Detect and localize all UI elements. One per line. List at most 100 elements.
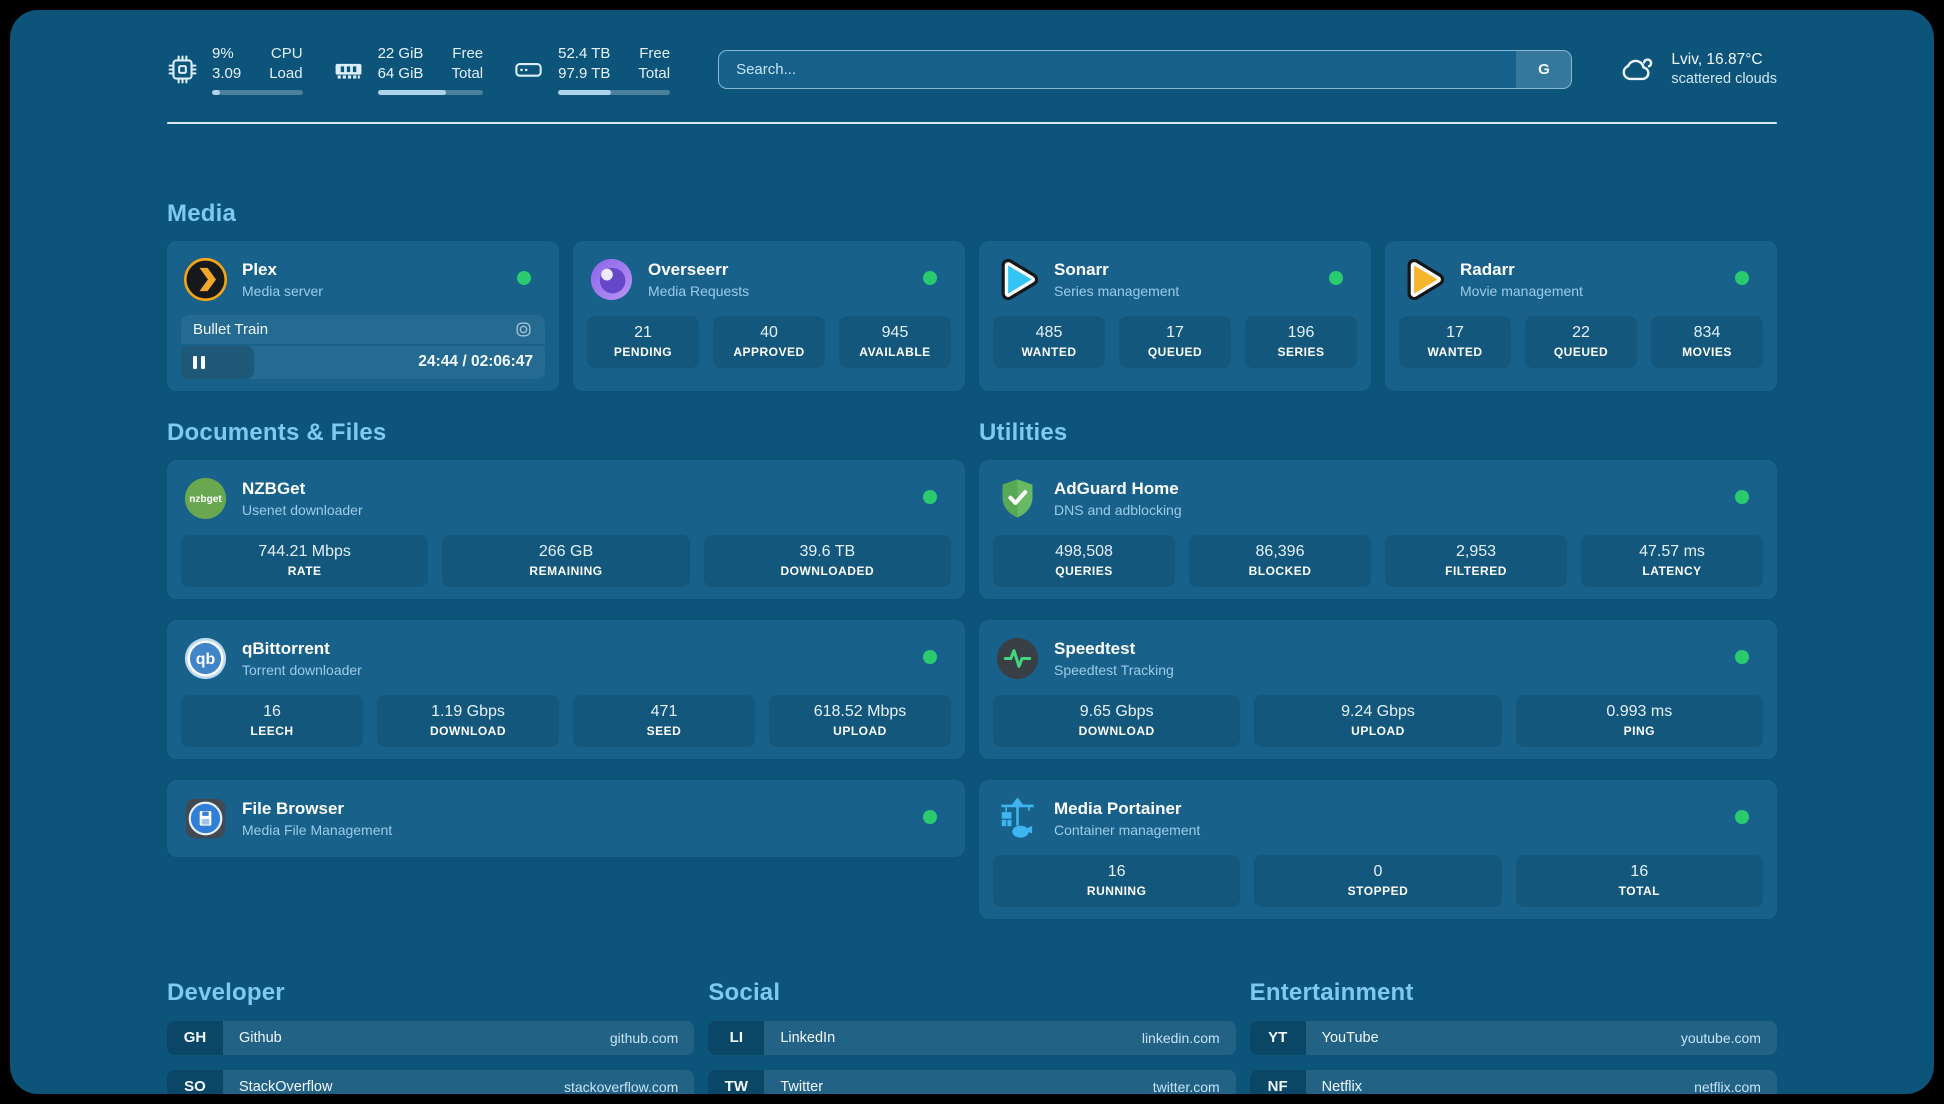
gear-icon[interactable] [514,320,533,339]
bookmark-name: Github [239,1030,282,1046]
disk-free-value: 52.4 TB [558,44,610,64]
now-playing-row: Bullet Train [181,315,545,344]
bookmark-twitter[interactable]: TW Twitter twitter.com [708,1070,1235,1095]
bookmark-name: LinkedIn [780,1030,835,1046]
disk-total-label: Total [638,64,670,84]
bookmark-group-developer: Developer GH Github github.com SO StackOv… [167,919,694,1095]
service-card-qbittorrent[interactable]: qb qBittorrent Torrent downloader 16LEEC… [167,620,965,759]
service-card-adguard[interactable]: AdGuard Home DNS and adblocking 498,508Q… [979,460,1777,599]
stat-tile: 196SERIES [1245,316,1357,368]
service-title: Speedtest [1054,639,1174,659]
search-input[interactable] [718,50,1572,89]
disk-stat: 52.4 TB97.9 TB FreeTotal [513,44,670,95]
bookmark-url: netflix.com [1694,1079,1761,1095]
bookmark-github[interactable]: GH Github github.com [167,1021,694,1055]
weather-condition: scattered clouds [1671,71,1777,87]
section-title-utilities: Utilities [979,419,1777,447]
bookmark-abbr: YT [1250,1021,1306,1055]
stat-tile: 16TOTAL [1516,855,1763,907]
weather-location: Lviv, 16.87°C [1671,51,1777,69]
service-card-radarr[interactable]: Radarr Movie management 17WANTED 22QUEUE… [1385,241,1777,391]
qbittorrent-icon: qb [183,636,228,681]
system-stats: 9%3.09 CPULoad 22 GiB64 GiB [167,44,670,95]
header-divider [167,122,1777,124]
status-dot [517,271,531,285]
cpu-stat: 9%3.09 CPULoad [167,44,303,95]
stat-tile: 86,396BLOCKED [1189,535,1371,587]
bookmark-url: github.com [610,1030,678,1046]
bookmark-abbr: TW [708,1070,764,1095]
section-title-media: Media [167,200,1777,228]
service-card-speedtest[interactable]: Speedtest Speedtest Tracking 9.65 GbpsDO… [979,620,1777,759]
service-title: File Browser [242,799,392,819]
bookmark-url: twitter.com [1153,1079,1220,1095]
bookmark-abbr: SO [167,1070,223,1095]
cpu-load-label: Load [269,64,302,84]
cpu-icon [167,54,198,85]
section-title-social: Social [708,979,1235,1007]
cpu-load-value: 3.09 [212,64,241,84]
bookmark-url: youtube.com [1681,1030,1761,1046]
section-title-developer: Developer [167,979,694,1007]
stat-tile: 2,953FILTERED [1385,535,1567,587]
service-card-filebrowser[interactable]: File Browser Media File Management [167,780,965,857]
stat-tile: 21PENDING [587,316,699,368]
memory-total-label: Total [451,64,483,84]
stat-tile: 9.24 GbpsUPLOAD [1254,695,1501,747]
service-card-overseerr[interactable]: Overseerr Media Requests 21PENDING 40APP… [573,241,965,391]
service-card-sonarr[interactable]: Sonarr Series management 485WANTED 17QUE… [979,241,1371,391]
stat-tile: 498,508QUERIES [993,535,1175,587]
service-card-plex[interactable]: Plex Media server Bullet Train 24:44 / 0… [167,241,559,391]
bookmark-url: linkedin.com [1142,1030,1220,1046]
memory-total-value: 64 GiB [378,64,424,84]
stat-tile: 22QUEUED [1525,316,1637,368]
bookmark-name: Twitter [780,1079,823,1095]
overseerr-icon [589,257,634,302]
stat-tile: 1.19 GbpsDOWNLOAD [377,695,559,747]
bookmark-youtube[interactable]: YT YouTubeyoutube.com [1250,1021,1777,1055]
search-bar: G [718,50,1572,89]
disk-progress-bar [558,90,670,95]
stat-tile: 17QUEUED [1119,316,1231,368]
bookmark-url: stackoverflow.com [564,1079,678,1095]
memory-free-label: Free [451,44,483,64]
service-subtitle: Container management [1054,822,1200,838]
cpu-progress-bar [212,90,303,95]
sonarr-icon [995,257,1040,302]
service-card-nzbget[interactable]: nzbget NZBGet Usenet downloader 744.21 M… [167,460,965,599]
search-provider-button[interactable]: G [1516,51,1571,88]
status-dot [1735,490,1749,504]
dashboard: 9%3.09 CPULoad 22 GiB64 GiB [10,10,1934,1094]
bookmark-stackoverflow[interactable]: SO StackOverflowstackoverflow.com [167,1070,694,1095]
bookmark-group-entertainment: Entertainment YT YouTubeyoutube.com NF N… [1250,919,1777,1095]
stat-tile: 39.6 TBDOWNLOADED [704,535,951,587]
bookmark-abbr: LI [708,1021,764,1055]
nzbget-icon: nzbget [183,476,228,521]
media-card-grid: Plex Media server Bullet Train 24:44 / 0… [167,241,1777,391]
stat-tile: 266 GBREMAINING [442,535,689,587]
stat-tile: 0STOPPED [1254,855,1501,907]
bookmark-linkedin[interactable]: LI LinkedIn linkedin.com [708,1021,1235,1055]
portainer-icon [995,796,1040,841]
pause-button[interactable] [193,356,205,369]
service-card-portainer[interactable]: Media Portainer Container management 16R… [979,780,1777,919]
service-title: Media Portainer [1054,799,1200,819]
bookmark-netflix[interactable]: NF Netflixnetflix.com [1250,1070,1777,1095]
svg-text:qb: qb [196,650,216,667]
cloud-icon [1618,52,1658,86]
service-title: Radarr [1460,260,1583,280]
plex-icon [183,257,228,302]
service-title: qBittorrent [242,639,362,659]
status-dot [1735,271,1749,285]
service-title: AdGuard Home [1054,479,1182,499]
bookmark-abbr: GH [167,1021,223,1055]
documents-column: Documents & Files nzbget NZBGet [167,391,965,919]
stat-tile: 40APPROVED [713,316,825,368]
cpu-usage-value: 9% [212,44,241,64]
service-subtitle: DNS and adblocking [1054,502,1182,518]
status-dot [923,271,937,285]
service-subtitle: Series management [1054,283,1179,299]
stat-tile: 834MOVIES [1651,316,1763,368]
svg-text:nzbget: nzbget [189,493,222,504]
service-subtitle: Speedtest Tracking [1054,662,1174,678]
